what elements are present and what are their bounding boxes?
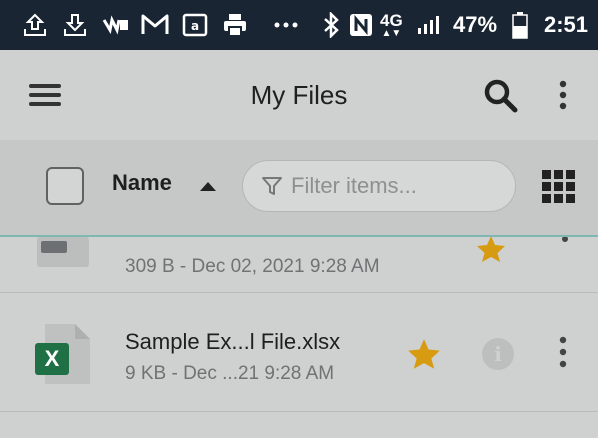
- svg-text:a: a: [191, 19, 199, 33]
- list-item[interactable]: 309 B - Dec 02, 2021 9:28 AM: [0, 235, 598, 293]
- scroll-edge-indicator: [0, 235, 598, 237]
- clock: 2:51: [544, 12, 589, 37]
- menu-button[interactable]: [20, 75, 70, 115]
- printer-icon: [222, 0, 248, 50]
- file-meta: 9 KB - Dec ...21 9:28 AM: [125, 363, 335, 384]
- starred-icon[interactable]: [407, 338, 441, 370]
- excel-file-icon: X: [35, 323, 91, 385]
- search-button[interactable]: [478, 75, 524, 117]
- more-vertical-icon: [559, 80, 567, 110]
- status-bar: a 4G ▲▼ 47% 2:51: [0, 0, 598, 50]
- list-toolbar: Name: [0, 140, 598, 235]
- network-4g-icon: 4G ▲▼: [380, 10, 403, 39]
- filter-icon: [262, 177, 282, 195]
- filter-input[interactable]: [291, 173, 491, 199]
- filter-box[interactable]: [242, 160, 516, 212]
- amazon-icon: a: [182, 0, 208, 50]
- file-meta: 309 B - Dec 02, 2021 9:28 AM: [125, 256, 380, 277]
- more-dots-icon: [273, 0, 299, 50]
- download-icon: [62, 0, 88, 50]
- signal-icon: [416, 0, 440, 50]
- more-vertical-icon[interactable]: [558, 336, 568, 368]
- sort-ascending-icon[interactable]: [200, 182, 216, 191]
- video-icon: [102, 0, 130, 50]
- upload-icon: [22, 0, 48, 50]
- overflow-menu-button[interactable]: [548, 75, 578, 115]
- document-icon: [37, 237, 89, 267]
- nfc-icon: [348, 0, 374, 50]
- file-name: Sample Ex...l File.xlsx: [125, 329, 341, 354]
- sort-by-name-button[interactable]: Name: [112, 170, 172, 196]
- starred-icon[interactable]: [476, 235, 506, 263]
- info-icon[interactable]: i: [482, 338, 514, 370]
- grid-view-icon: [542, 170, 575, 203]
- select-all-checkbox[interactable]: [46, 167, 84, 205]
- bluetooth-icon: [322, 0, 340, 50]
- list-item[interactable]: X Sample Ex...l File.xlsx 9 KB - Dec ...…: [0, 293, 598, 411]
- gmail-icon: [140, 0, 170, 50]
- divider: [0, 411, 598, 412]
- excel-badge: X: [44, 346, 60, 371]
- app-bar: My Files: [0, 50, 598, 140]
- battery-percent: 47%: [453, 12, 498, 37]
- file-list: 309 B - Dec 02, 2021 9:28 AM X Sample Ex…: [0, 235, 598, 438]
- more-vertical-icon[interactable]: [560, 235, 570, 249]
- battery-icon: [512, 0, 528, 50]
- menu-icon: [29, 84, 61, 106]
- grid-view-button[interactable]: [541, 169, 577, 205]
- search-icon: [484, 79, 518, 113]
